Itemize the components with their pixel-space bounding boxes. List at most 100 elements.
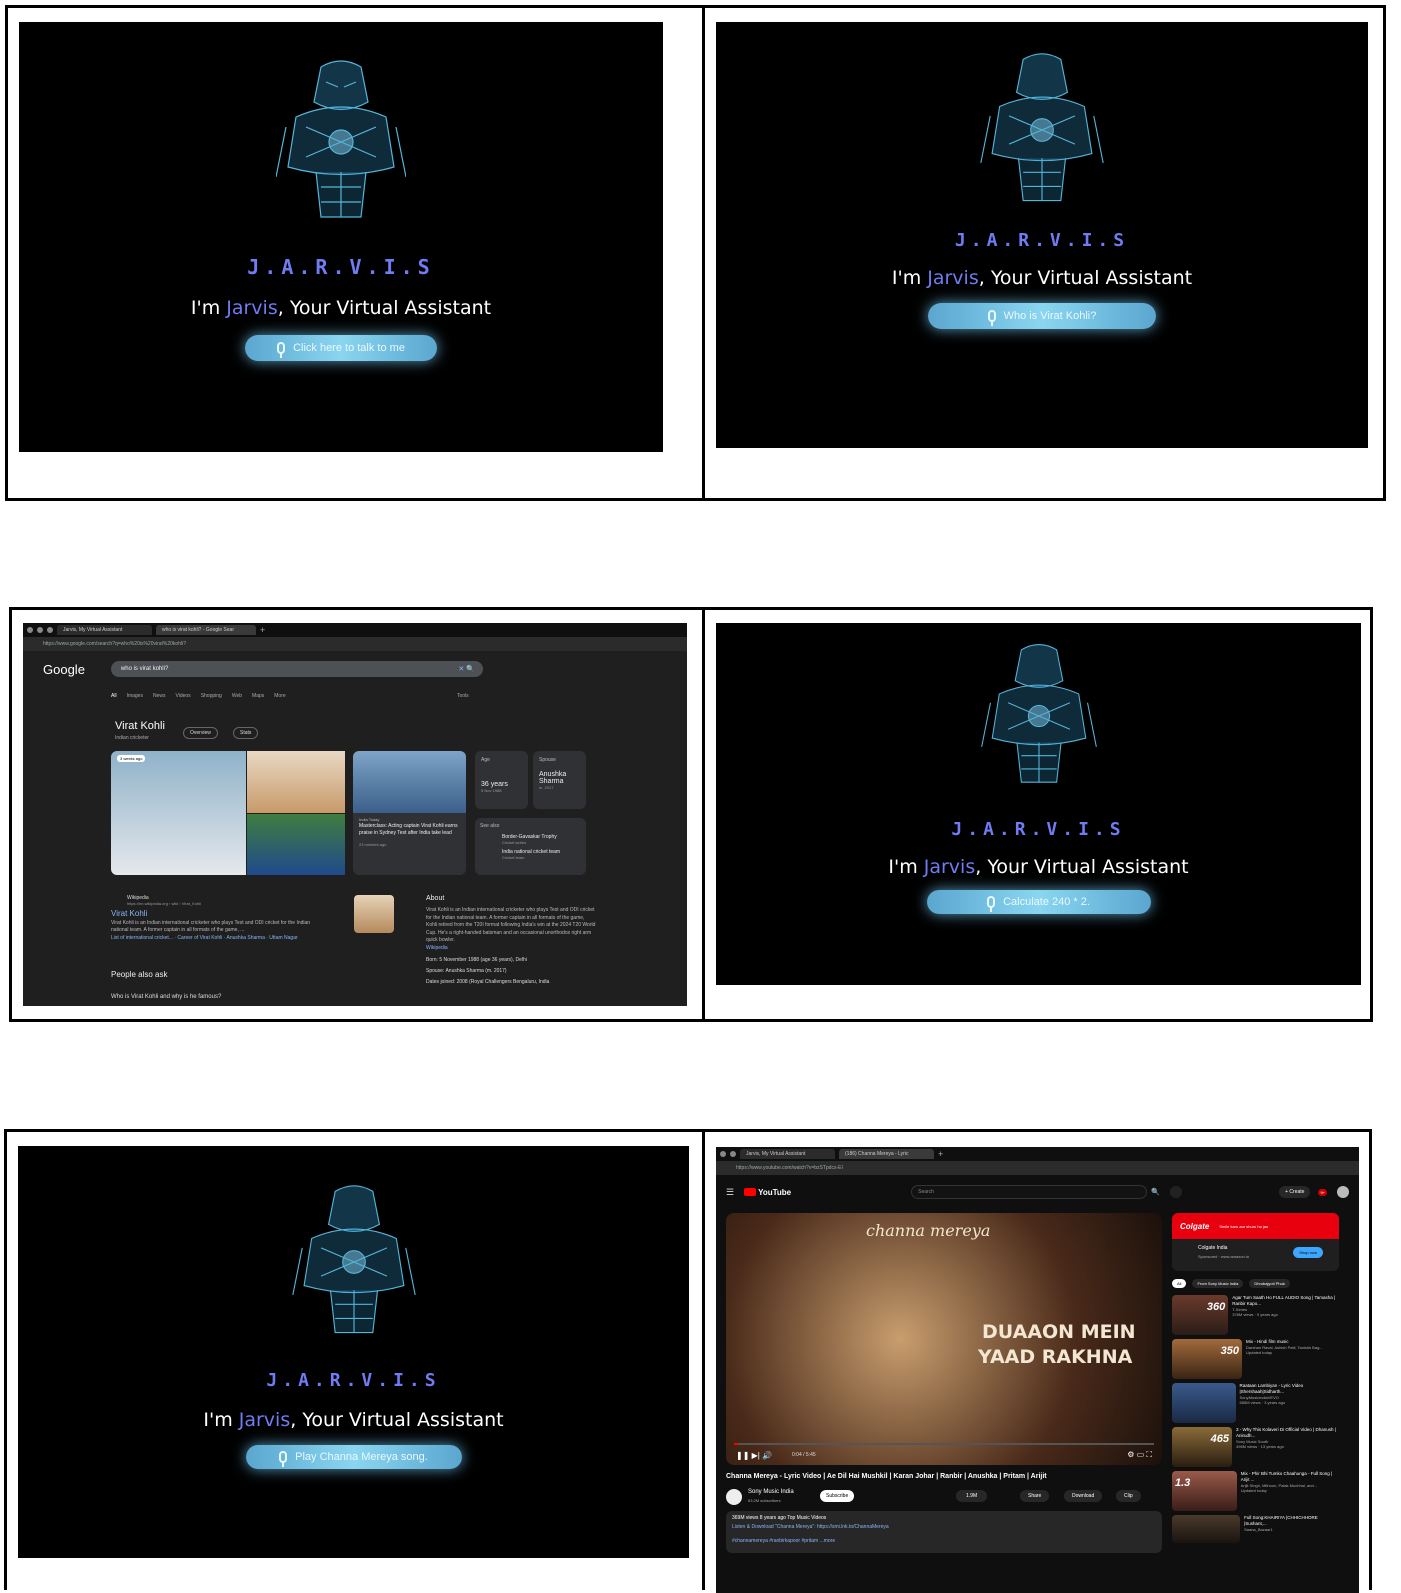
nav-shopping[interactable]: Shopping <box>201 693 222 699</box>
spouse-label: Spouse <box>539 757 556 763</box>
wiki-result: Wikipedia https://en.wikipedia.org › wik… <box>111 895 321 941</box>
chip-stats[interactable]: Stats <box>233 727 259 739</box>
see-also-bgt[interactable]: Border-Gavaskar Trophy Cricket series <box>480 834 581 845</box>
channel-name[interactable]: Sony Music India <box>748 1489 794 1495</box>
paa-question[interactable]: Who is Virat Kohli and why is he famous? <box>111 994 221 1000</box>
wiki-links[interactable]: List of international cricket... · Caree… <box>111 935 321 941</box>
calc-button[interactable]: Calculate 240 * 2. <box>926 890 1151 914</box>
list-item[interactable]: 360 Agar Tum Saath Ho FULL AUDIO Song | … <box>1172 1295 1339 1339</box>
yt-logo[interactable]: YouTube <box>758 1188 791 1197</box>
tagline-jarvis: Jarvis <box>927 267 979 289</box>
filter-all[interactable]: All <box>1172 1279 1187 1288</box>
talk-button[interactable]: Click here to talk to me <box>245 335 437 361</box>
nav-images[interactable]: Images <box>127 693 143 699</box>
jarvis-title: J.A.R.V.I.S <box>266 1370 441 1391</box>
iron-man-hologram-icon <box>980 644 1097 783</box>
see-also-ict[interactable]: India national cricket team Cricket team <box>480 849 581 860</box>
image-portrait[interactable] <box>247 751 345 813</box>
wiki-thumbnail[interactable] <box>354 895 394 933</box>
rec-title: Full Song:KHAIRIYA |CHHICHHORE |Sushant,… <box>1244 1515 1318 1526</box>
filter-sony[interactable]: From Sony Music India <box>1192 1279 1244 1288</box>
filter-dhrubajyoti[interactable]: Dhrubajyoti Phuk <box>1249 1279 1290 1288</box>
share-button[interactable]: Share <box>1020 1490 1050 1502</box>
description-box[interactable]: 369M views 8 years ago Top Music Videos … <box>726 1511 1162 1553</box>
jarvis-screen: J.A.R.V.I.S I'm Jarvis, Your Virtual Ass… <box>18 1146 689 1558</box>
wiki-title[interactable]: Virat Kohli <box>111 909 321 918</box>
list-item[interactable]: 1.3 Mix - Phir Bhi Tumko Chaahunga - Ful… <box>1172 1471 1339 1515</box>
create-button[interactable]: + Create <box>1279 1186 1311 1198</box>
tab-jarvis[interactable]: Jarvis, My Virtual Assistant <box>740 1149 835 1159</box>
knowledge-title: Virat Kohli <box>115 720 165 732</box>
about-text: Virat Kohli is an Indian international c… <box>426 907 596 943</box>
list-item[interactable]: 465 3 - Why This Kolaveri Di Official Vi… <box>1172 1427 1339 1471</box>
tab-google[interactable]: who is virat kohli? - Google Sear <box>156 625 256 635</box>
ad-shop-button[interactable]: Shop now <box>1293 1247 1323 1258</box>
iron-man-hologram-icon <box>291 1185 416 1334</box>
avatar[interactable] <box>1337 1186 1349 1198</box>
description-text: Listen & Download "Channa Mereya": https… <box>732 1524 889 1530</box>
query-button[interactable]: Who is Virat Kohli? <box>928 303 1156 329</box>
workspaces-icon[interactable] <box>730 1151 736 1157</box>
age-card[interactable]: Age 36 years 5 Nov 1988 <box>475 751 528 809</box>
image-main[interactable]: 3 weeks ago <box>111 751 246 875</box>
description-tags: #channamereya #ranbirkapoor #pritam ...m… <box>732 1538 836 1544</box>
nav-videos[interactable]: Videos <box>175 693 190 699</box>
yt-header: ☰ YouTube Search 🔍 + Create 9+ <box>726 1181 1349 1203</box>
cell-jarvis-query-kohli: J.A.R.V.I.S I'm Jarvis, Your Virtual Ass… <box>702 8 1383 498</box>
iron-man-hologram-icon <box>276 60 406 218</box>
download-button[interactable]: Download <box>1064 1490 1103 1502</box>
address-bar[interactable]: https://www.google.com/search?q=who%20is… <box>23 637 687 651</box>
nav-maps[interactable]: Maps <box>252 693 264 699</box>
address-bar[interactable]: https://www.youtube.com/watch?v=bzSTpdcs… <box>716 1161 1359 1175</box>
like-button[interactable]: 1.9M <box>956 1490 988 1502</box>
channel-avatar[interactable] <box>726 1489 742 1505</box>
video-player[interactable]: channa mereya DUAAON MEIN YAAD RAKHNA ❚❚… <box>726 1213 1162 1465</box>
notifications-badge[interactable]: 9+ <box>1318 1188 1327 1196</box>
time-display: 0:04 / 5:45 <box>792 1452 816 1458</box>
menu-icon[interactable]: ☰ <box>726 1187 734 1198</box>
subscribe-button[interactable]: Subscribe <box>820 1490 855 1502</box>
workspaces-icon[interactable] <box>37 627 43 633</box>
tagline-post: , Your Virtual Assistant <box>277 297 492 319</box>
progress-bar[interactable] <box>734 1443 1154 1445</box>
jarvis-tagline: I'm Jarvis, Your Virtual Assistant <box>203 1409 503 1431</box>
nav-web[interactable]: Web <box>232 693 242 699</box>
profile-icon[interactable] <box>27 627 33 633</box>
settings-icon[interactable]: ⚙ ▭ ⛶ <box>1127 1450 1152 1460</box>
pause-icon[interactable]: ❚❚ ▶| 🔊 <box>736 1451 772 1460</box>
voice-search-icon[interactable] <box>1169 1186 1182 1198</box>
about-wiki-link[interactable]: Wikipedia <box>426 945 596 951</box>
new-tab-icon[interactable]: + <box>260 625 265 635</box>
image-action[interactable] <box>247 814 345 875</box>
yt-search-icon[interactable]: 🔍 <box>1151 1188 1160 1196</box>
ad-card[interactable]: Colgate Smile karo aur shuru ho jao Colg… <box>1172 1213 1339 1271</box>
list-item[interactable]: Raataan Lambiyan - Lyric Video |Shershaa… <box>1172 1383 1339 1427</box>
row-2: Jarvis, My Virtual Assistant who is vira… <box>9 607 1373 1022</box>
search-box[interactable]: who is virat kohli? ✕ 🔍 <box>110 661 483 677</box>
google-logo[interactable]: Google <box>43 662 85 677</box>
search-icon[interactable]: ✕ 🔍 <box>458 665 475 673</box>
nav-tools[interactable]: Tools <box>457 693 469 699</box>
spouse-card[interactable]: Spouse Anushka Sharma m. 2017 <box>533 751 586 809</box>
tab-jarvis[interactable]: Jarvis, My Virtual Assistant <box>57 625 152 635</box>
nav-more[interactable]: More <box>274 693 285 699</box>
spouse-value: Anushka Sharma <box>539 771 567 785</box>
news-source: India Today <box>359 817 380 822</box>
list-item[interactable]: 350 Mix - Hindi film music Darshan Raval,… <box>1172 1339 1339 1383</box>
nav-all[interactable]: All <box>111 693 117 699</box>
mic-icon <box>277 342 286 358</box>
yt-search-box[interactable]: Search <box>911 1185 1148 1199</box>
tab-youtube[interactable]: (186) Channa Mereya - Lyric <box>839 1149 934 1159</box>
news-card[interactable]: India Today Masterclass: Acting captain … <box>353 751 466 875</box>
play-button[interactable]: Play Channa Mereya song. <box>245 1445 462 1469</box>
tagline-pre: I'm <box>203 1409 239 1431</box>
tab-actions-icon[interactable] <box>47 627 53 633</box>
chip-overview[interactable]: Overview <box>183 727 218 739</box>
profile-icon[interactable] <box>720 1151 726 1157</box>
list-item[interactable]: Full Song:KHAIRIYA |CHHICHHORE |Sushant,… <box>1172 1515 1339 1545</box>
clip-button[interactable]: Clip <box>1116 1490 1141 1502</box>
ad-banner: Colgate Smile karo aur shuru ho jao <box>1172 1213 1339 1239</box>
nav-news[interactable]: News <box>153 693 166 699</box>
google-header: Google who is virat kohli? ✕ 🔍 <box>43 661 483 677</box>
new-tab-icon[interactable]: + <box>938 1149 943 1159</box>
